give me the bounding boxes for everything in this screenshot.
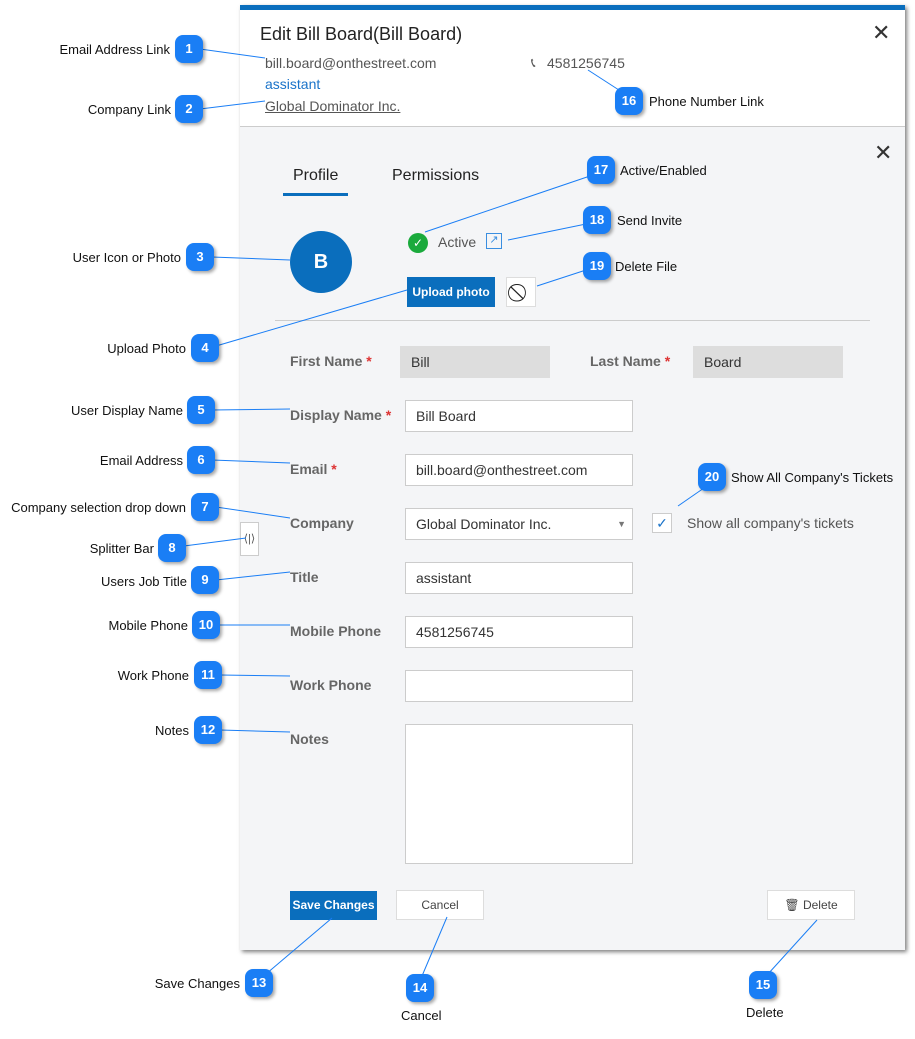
delete-button[interactable]: 🗑︎ Delete — [767, 890, 855, 920]
callout-label: Cancel — [401, 1008, 442, 1023]
callout-badge: 20 — [698, 463, 726, 491]
notes-textarea[interactable] — [405, 724, 633, 864]
last-name-label: Last Name * — [590, 353, 671, 369]
callout-badge: 3 — [186, 243, 214, 271]
callout-label: Send Invite — [617, 213, 683, 228]
callout-badge: 2 — [175, 95, 203, 123]
email-label: Email * — [290, 461, 337, 477]
company-label: Company — [290, 515, 354, 531]
chevron-down-icon: ▼ — [617, 519, 626, 529]
send-invite-icon[interactable]: ↗ — [486, 233, 502, 249]
callout-badge: 15 — [749, 971, 777, 999]
delete-file-icon[interactable]: ⃠ — [506, 277, 536, 307]
mobile-phone-label: Mobile Phone — [290, 623, 381, 639]
first-name-label: First Name * — [290, 353, 372, 369]
job-title-text: assistant — [265, 76, 321, 92]
callout-badge: 1 — [175, 35, 203, 63]
tab-profile[interactable]: Profile — [283, 167, 349, 196]
notes-label: Notes — [290, 731, 329, 747]
trash-icon: 🗑︎ — [784, 898, 800, 912]
email-input[interactable]: bill.board@onthestreet.com — [405, 454, 633, 486]
callout-badge: 17 — [587, 156, 615, 184]
callout-badge: 4 — [191, 334, 219, 362]
work-phone-label: Work Phone — [290, 677, 372, 693]
callout-label: Company selection drop down — [11, 500, 186, 515]
callout-label: Save Changes — [154, 976, 240, 991]
callout-label: Mobile Phone — [108, 618, 189, 633]
callout-badge: 8 — [158, 534, 186, 562]
company-link[interactable]: Global Dominator Inc. — [265, 98, 400, 114]
show-tickets-checkbox[interactable]: ✓ — [652, 513, 672, 533]
close-form-icon[interactable]: ✕ — [874, 140, 892, 166]
callout-label: Show All Company's Tickets — [731, 470, 894, 485]
mobile-phone-input[interactable]: 4581256745 — [405, 616, 633, 648]
callout-badge: 12 — [194, 716, 222, 744]
work-phone-input[interactable] — [405, 670, 633, 702]
title-input[interactable]: assistant — [405, 562, 633, 594]
phone-icon: 📞︎ — [531, 55, 536, 70]
phone-link[interactable]: 4581256745 — [547, 55, 625, 71]
cancel-button[interactable]: Cancel — [396, 890, 484, 920]
title-label: Title — [290, 569, 319, 585]
callout-label: Delete — [746, 1005, 784, 1020]
company-select[interactable]: Global Dominator Inc. ▼ — [405, 508, 633, 540]
callout-badge: 7 — [191, 493, 219, 521]
callout-label: User Display Name — [71, 403, 183, 418]
callout-badge: 19 — [583, 252, 611, 280]
callout-label: Work Phone — [117, 668, 189, 683]
tab-permissions[interactable]: Permissions — [392, 167, 479, 185]
display-name-label: Display Name * — [290, 407, 392, 423]
first-name-field[interactable]: Bill — [400, 346, 550, 378]
callout-badge: 14 — [406, 974, 434, 1002]
callout-label: Company Link — [87, 102, 171, 117]
callout-label: User Icon or Photo — [72, 250, 181, 265]
callout-label: Notes — [155, 723, 189, 738]
email-link[interactable]: bill.board@onthestreet.com — [265, 55, 436, 71]
callout-label: Splitter Bar — [89, 541, 154, 556]
callout-label: Phone Number Link — [649, 94, 764, 109]
callout-badge: 5 — [187, 396, 215, 424]
callout-badge: 11 — [194, 661, 222, 689]
company-selected: Global Dominator Inc. — [416, 516, 552, 532]
callout-badge: 18 — [583, 206, 611, 234]
splitter-bar-handle[interactable]: ⟨|⟩ — [240, 522, 259, 556]
display-name-input[interactable]: Bill Board — [405, 400, 633, 432]
callout-label: Email Address Link — [59, 42, 170, 57]
dialog-header: Edit Bill Board(Bill Board) ✕ bill.board… — [240, 10, 905, 127]
last-name-field[interactable]: Board — [693, 346, 843, 378]
avatar: B — [290, 231, 352, 293]
save-changes-button[interactable]: Save Changes — [290, 891, 377, 920]
close-dialog-icon[interactable]: ✕ — [872, 20, 890, 46]
callout-badge: 13 — [245, 969, 273, 997]
upload-photo-button[interactable]: Upload photo — [407, 277, 495, 307]
active-check-icon[interactable]: ✓ — [408, 233, 428, 253]
delete-label: Delete — [802, 898, 838, 912]
divider — [275, 320, 870, 321]
callout-label: Active/Enabled — [620, 163, 707, 178]
dialog-title: Edit Bill Board(Bill Board) — [260, 24, 463, 44]
callout-badge: 10 — [192, 611, 220, 639]
callout-label: Upload Photo — [107, 341, 186, 356]
callout-badge: 16 — [615, 87, 643, 115]
callout-label: Email Address — [99, 453, 183, 468]
callout-label: Delete File — [615, 259, 678, 274]
callout-badge: 6 — [187, 446, 215, 474]
show-tickets-label: Show all company's tickets — [687, 515, 854, 531]
callout-badge: 9 — [191, 566, 219, 594]
callout-label: Users Job Title — [101, 574, 187, 589]
status-label: Active — [438, 234, 477, 250]
